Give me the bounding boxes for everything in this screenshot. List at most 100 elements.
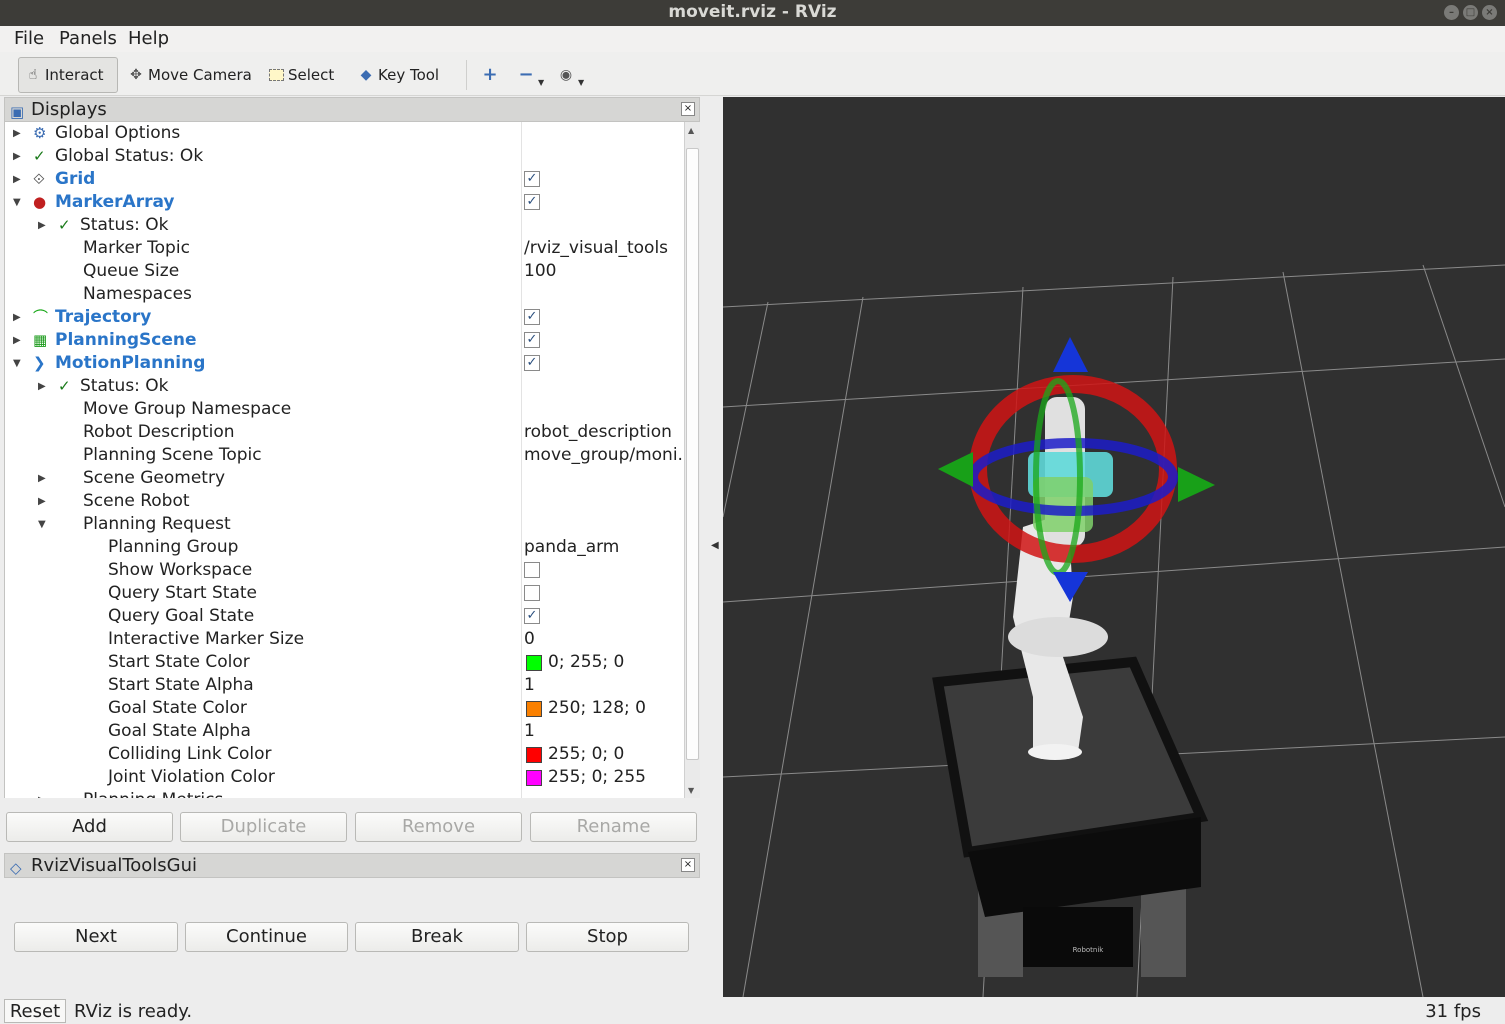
expand-down-icon[interactable]: ▼ — [38, 513, 46, 536]
close-icon[interactable]: × — [1482, 5, 1497, 20]
expand-right-icon[interactable]: ▶ — [38, 375, 46, 398]
display-row[interactable]: Show Workspace — [5, 559, 684, 582]
add-display-button[interactable]: Add — [6, 812, 173, 842]
display-checkbox[interactable]: ✓ — [524, 608, 540, 624]
close-icon[interactable]: × — [681, 102, 695, 116]
color-swatch[interactable] — [526, 770, 542, 786]
display-row[interactable]: Interactive Marker Size 0 — [5, 628, 684, 651]
expand-right-icon[interactable]: ▶ — [38, 214, 46, 237]
display-row-value[interactable]: 255; 0; 0 — [548, 743, 624, 766]
display-row-value[interactable]: /rviz_visual_tools — [524, 237, 668, 260]
remove-display-button[interactable]: Remove — [355, 812, 522, 842]
display-row-value[interactable]: 1 — [524, 720, 535, 743]
display-row-value[interactable]: 0 — [524, 628, 535, 651]
scroll-up-icon[interactable]: ▲ — [688, 126, 694, 135]
display-row[interactable]: Joint Violation Color 255; 0; 255 — [5, 766, 684, 789]
collapse-left-icon[interactable]: ◀ — [711, 540, 719, 551]
color-swatch[interactable] — [526, 701, 542, 717]
expand-right-icon[interactable]: ▶ — [13, 329, 21, 352]
display-row[interactable]: Start State Color 0; 255; 0 — [5, 651, 684, 674]
display-row[interactable]: Robot Description robot_description — [5, 421, 684, 444]
display-row[interactable]: ▶ ✓ Global Status: Ok — [5, 145, 684, 168]
expand-right-icon[interactable]: ▶ — [38, 789, 46, 798]
break-button[interactable]: Break — [355, 922, 519, 952]
stop-button[interactable]: Stop — [526, 922, 689, 952]
display-row[interactable]: ▼ Planning Request — [5, 513, 684, 536]
display-row[interactable]: Query Start State — [5, 582, 684, 605]
select-tool-button[interactable]: Select — [262, 57, 340, 93]
close-icon[interactable]: × — [681, 858, 695, 872]
display-row[interactable]: ▶ Scene Robot — [5, 490, 684, 513]
add-tool-button[interactable]: + — [476, 57, 504, 93]
display-row-value[interactable]: 1 — [524, 674, 535, 697]
color-swatch[interactable] — [526, 747, 542, 763]
scrollbar-thumb[interactable] — [686, 148, 699, 760]
expand-right-icon[interactable]: ▶ — [13, 122, 21, 145]
menu-panels[interactable]: Panels — [59, 28, 117, 49]
maximize-icon[interactable]: □ — [1463, 5, 1478, 20]
expand-right-icon[interactable]: ▶ — [38, 467, 46, 490]
menu-file[interactable]: File — [14, 28, 44, 49]
duplicate-display-button[interactable]: Duplicate — [180, 812, 347, 842]
scroll-down-icon[interactable]: ▼ — [688, 786, 694, 795]
rename-display-button[interactable]: Rename — [530, 812, 697, 842]
expand-right-icon[interactable]: ▶ — [13, 145, 21, 168]
view-tool-button[interactable]: ◉ ▼ — [552, 57, 590, 93]
color-swatch[interactable] — [526, 655, 542, 671]
display-row[interactable]: Marker Topic/rviz_visual_tools — [5, 237, 684, 260]
display-row[interactable]: Goal State Alpha 1 — [5, 720, 684, 743]
display-checkbox[interactable]: ✓ — [524, 194, 540, 210]
display-row[interactable]: ▶ ✓ Status: Ok — [5, 375, 684, 398]
key-tool-button[interactable]: ◆ Key Tool — [352, 57, 445, 93]
display-row[interactable]: Namespaces — [5, 283, 684, 306]
display-checkbox[interactable]: ✓ — [524, 309, 540, 325]
display-row[interactable]: Goal State Color 250; 128; 0 — [5, 697, 684, 720]
display-row[interactable]: ▶ ⌒ Trajectory ✓ — [5, 306, 684, 329]
plus-icon: + — [482, 64, 498, 85]
display-row-value[interactable]: 250; 128; 0 — [548, 697, 646, 720]
display-row[interactable]: Query Goal State ✓ — [5, 605, 684, 628]
display-row[interactable]: ▶ ▦ PlanningScene ✓ — [5, 329, 684, 352]
display-checkbox[interactable]: ✓ — [524, 355, 540, 371]
hand-icon: ☝ — [28, 67, 38, 83]
display-row[interactable]: ▶ ⟐ Grid ✓ — [5, 168, 684, 191]
interact-tool-button[interactable]: ☝ Interact — [18, 57, 118, 93]
minimize-icon[interactable]: – — [1444, 5, 1459, 20]
display-checkbox[interactable] — [524, 562, 540, 578]
display-row[interactable]: Queue Size 100 — [5, 260, 684, 283]
display-row[interactable]: ▶ Planning Metrics — [5, 789, 684, 798]
move-camera-tool-button[interactable]: ✥ Move Camera — [122, 57, 258, 93]
expand-right-icon[interactable]: ▶ — [13, 168, 21, 191]
expand-right-icon[interactable]: ▶ — [38, 490, 46, 513]
next-button[interactable]: Next — [14, 922, 178, 952]
reset-button[interactable]: Reset — [4, 999, 66, 1023]
remove-tool-button[interactable]: − ▼ — [512, 57, 550, 93]
display-row-value[interactable]: 255; 0; 255 — [548, 766, 646, 789]
display-row-value[interactable]: panda_arm — [524, 536, 619, 559]
display-row[interactable]: ▼ ❯ MotionPlanning ✓ — [5, 352, 684, 375]
display-row[interactable]: Move Group Namespace — [5, 398, 684, 421]
expand-down-icon[interactable]: ▼ — [13, 352, 21, 375]
display-row[interactable]: ▼ ● MarkerArray ✓ — [5, 191, 684, 214]
display-row[interactable]: Planning Group panda_arm — [5, 536, 684, 559]
display-row[interactable]: ▶ ⚙ Global Options — [5, 122, 684, 145]
display-row[interactable]: Colliding Link Color 255; 0; 0 — [5, 743, 684, 766]
3d-viewport[interactable]: Robotnik — [723, 97, 1505, 997]
displays-scrollbar[interactable]: ▲ ▼ — [684, 122, 700, 798]
continue-button[interactable]: Continue — [185, 922, 348, 952]
display-row[interactable]: ▶ Scene Geometry — [5, 467, 684, 490]
display-checkbox[interactable]: ✓ — [524, 332, 540, 348]
display-row[interactable]: Start State Alpha 1 — [5, 674, 684, 697]
display-row-value[interactable]: 100 — [524, 260, 556, 283]
display-row-value[interactable]: move_group/moni... — [524, 444, 684, 467]
menu-help[interactable]: Help — [128, 28, 169, 49]
display-row[interactable]: ▶ ✓ Status: Ok — [5, 214, 684, 237]
display-row-value[interactable]: robot_description — [524, 421, 672, 444]
expand-down-icon[interactable]: ▼ — [13, 191, 21, 214]
display-checkbox[interactable]: ✓ — [524, 171, 540, 187]
display-row-value[interactable]: 0; 255; 0 — [548, 651, 624, 674]
eye-icon: ◉ — [559, 67, 573, 83]
expand-right-icon[interactable]: ▶ — [13, 306, 21, 329]
display-checkbox[interactable] — [524, 585, 540, 601]
display-row[interactable]: Planning Scene Topic move_group/moni... — [5, 444, 684, 467]
